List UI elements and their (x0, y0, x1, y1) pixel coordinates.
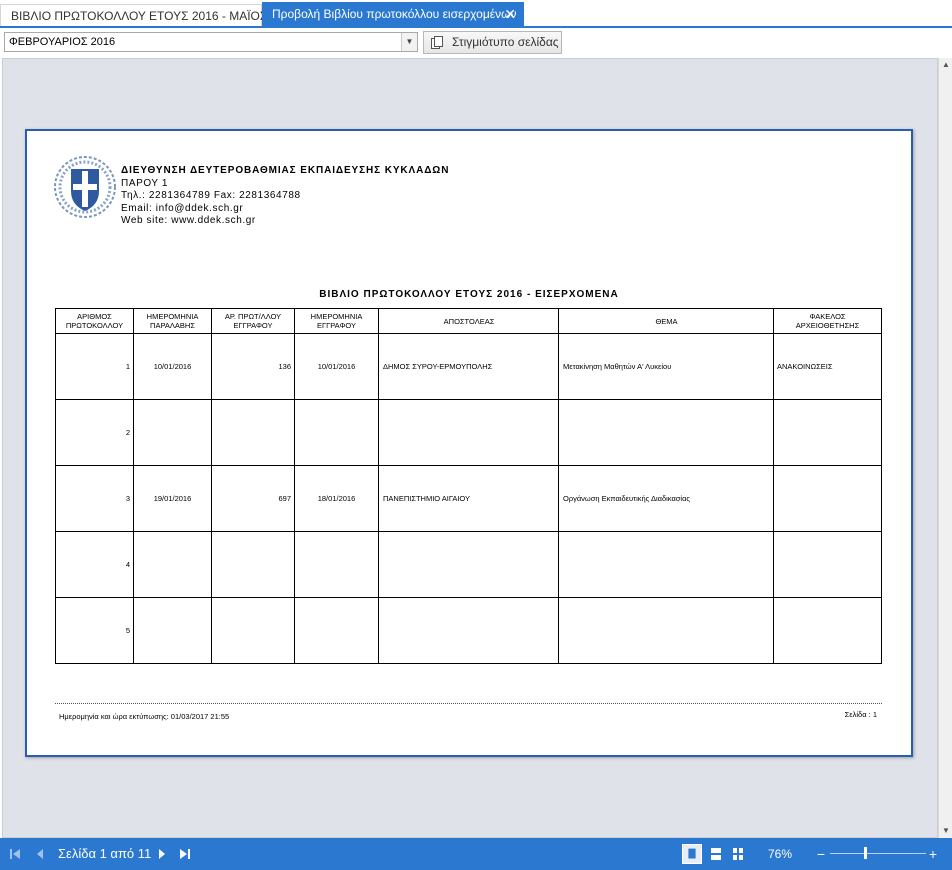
table-row: 2 (55, 399, 882, 466)
receipt-date-cell (133, 531, 212, 598)
receipt-date-cell: 19/01/2016 (133, 465, 212, 532)
tab-book-may[interactable]: ΒΙΒΛΙΟ ΠΡΩΤΟΚΟΛΛΟΥ ΕΤΟΥΣ 2016 - ΜΑΪΟΣ (0, 4, 267, 26)
subject-cell: Μετακίνηση Μαθητών Α' Λυκείου (558, 333, 774, 400)
vertical-scrollbar[interactable]: ▲ ▼ (938, 58, 952, 838)
sender-cell (378, 399, 559, 466)
zoom-level: 76% (768, 847, 793, 861)
protocol-number-cell: 5 (55, 597, 134, 664)
tab-bar: ΒΙΒΛΙΟ ΠΡΩΤΟΚΟΛΛΟΥ ΕΤΟΥΣ 2016 - ΜΑΪΟΣ Πρ… (0, 0, 952, 28)
table-row: 4 (55, 531, 882, 598)
document-number-cell (211, 399, 295, 466)
receipt-date-cell (133, 399, 212, 466)
folder-cell (773, 531, 882, 598)
column-header: ΗΜΕΡΟΜΗΝΙΑ ΠΑΡΑΛΑΒΗΣ (133, 308, 212, 334)
multi-page-view-icon[interactable] (728, 844, 748, 864)
column-header: ΘΕΜΑ (558, 308, 774, 334)
print-preview-area[interactable]: ΔΙΕΥΘΥΝΣΗ ΔΕΥΤΕΡΟΒΑΘΜΙΑΣ ΕΚΠΑΙΔΕΥΣΗΣ ΚΥΚ… (2, 58, 938, 838)
organization-website: Web site: www.ddek.sch.gr (121, 215, 256, 226)
tab-label: Προβολή Βιβλίου πρωτοκόλλου εισερχομένων (272, 7, 517, 21)
page-number: Σελίδα : 1 (844, 710, 877, 719)
receipt-date-cell: 10/01/2016 (133, 333, 212, 400)
column-header: ΑΡ. ΠΡΩΤ/ΛΛΟΥ ΕΓΓΡΑΦΟΥ (211, 308, 295, 334)
column-header: ΑΡΙΘΜΟΣ ΠΡΩΤΟΚΟΛΛΟΥ (55, 308, 134, 334)
protocol-number-cell: 1 (55, 333, 134, 400)
print-date: Ημερομηνία και ώρα εκτύπωσης: 01/03/2017… (59, 712, 230, 721)
tab-incoming-book-view[interactable]: Προβολή Βιβλίου πρωτοκόλλου εισερχομένων… (262, 2, 524, 26)
protocol-number-cell: 3 (55, 465, 134, 532)
toolbar: ΦΕΒΡΟΥΑΡΙΟΣ 2016 ▼ Στιγμιότυπο σελίδας (0, 30, 952, 56)
report-title: ΒΙΒΛΙΟ ΠΡΩΤΟΚΟΛΛΟΥ ΕΤΟΥΣ 2016 - ΕΙΣΕΡΧΟΜ… (319, 289, 619, 300)
table-row: 5 (55, 597, 882, 664)
document-date-cell (294, 531, 379, 598)
organization-phone: Τηλ.: 2281364789 Fax: 2281364788 (121, 190, 301, 201)
scroll-down-icon[interactable]: ▼ (939, 824, 952, 838)
chevron-down-icon[interactable]: ▼ (401, 33, 417, 51)
column-header: ΑΠΟΣΤΟΛΕΑΣ (378, 308, 559, 334)
folder-cell (773, 465, 882, 532)
document-date-cell: 18/01/2016 (294, 465, 379, 532)
document-number-cell: 136 (211, 333, 295, 400)
document-number-cell: 697 (211, 465, 295, 532)
organization-address: ΠΑΡΟΥ 1 (121, 177, 169, 189)
scroll-up-icon[interactable]: ▲ (939, 58, 952, 72)
status-bar: Σελίδα 1 από 11 76% − + (0, 838, 952, 870)
table-header-row: ΑΡΙΘΜΟΣ ΠΡΩΤΟΚΟΛΛΟΥ ΗΜΕΡΟΜΗΝΙΑ ΠΑΡΑΛΑΒΗΣ… (55, 308, 882, 334)
page-snapshot-button[interactable]: Στιγμιότυπο σελίδας (423, 31, 562, 54)
sender-cell: ΔΗΜΟΣ ΣΥΡΟΥ-ΕΡΜΟΥΠΟΛΗΣ (378, 333, 559, 400)
tab-label: ΒΙΒΛΙΟ ΠΡΩΤΟΚΟΛΛΟΥ ΕΤΟΥΣ 2016 - ΜΑΪΟΣ (11, 9, 268, 23)
previous-page-icon[interactable] (34, 846, 46, 862)
table-row: 3 19/01/2016 697 18/01/2016 ΠΑΝΕΠΙΣΤΗΜΙΟ… (55, 465, 882, 532)
close-icon[interactable]: ✕ (504, 2, 516, 26)
copy-icon (431, 36, 443, 49)
report-page: ΔΙΕΥΘΥΝΣΗ ΔΕΥΤΕΡΟΒΑΘΜΙΑΣ ΕΚΠΑΙΔΕΥΣΗΣ ΚΥΚ… (25, 129, 913, 757)
column-header: ΦΑΚΕΛΟΣ ΑΡΧΕΙΟΘΕΤΗΣΗΣ (773, 308, 882, 334)
subject-cell (558, 597, 774, 664)
footer-divider (55, 703, 882, 704)
subject-cell (558, 399, 774, 466)
month-select[interactable]: ΦΕΒΡΟΥΑΡΙΟΣ 2016 ▼ (4, 32, 418, 52)
document-date-cell (294, 399, 379, 466)
first-page-icon[interactable] (8, 846, 22, 862)
sender-cell (378, 531, 559, 598)
greek-coat-of-arms-icon (54, 156, 116, 218)
folder-cell (773, 399, 882, 466)
protocol-table: ΑΡΙΘΜΟΣ ΠΡΩΤΟΚΟΛΛΟΥ ΗΜΕΡΟΜΗΝΙΑ ΠΑΡΑΛΑΒΗΣ… (55, 308, 882, 664)
month-select-value: ΦΕΒΡΟΥΑΡΙΟΣ 2016 (9, 36, 116, 48)
sender-cell: ΠΑΝΕΠΙΣΤΗΜΙΟ ΑΙΓΑΙΟΥ (378, 465, 559, 532)
protocol-number-cell: 4 (55, 531, 134, 598)
zoom-slider-thumb[interactable] (864, 847, 867, 859)
sender-cell (378, 597, 559, 664)
receipt-date-cell (133, 597, 212, 664)
organization-info: ΔΙΕΥΘΥΝΣΗ ΔΕΥΤΕΡΟΒΑΘΜΙΑΣ ΕΚΠΑΙΔΕΥΣΗΣ ΚΥΚ… (121, 165, 449, 228)
folder-cell: ΑΝΑΚΟΙΝΩΣΕΙΣ (773, 333, 882, 400)
folder-cell (773, 597, 882, 664)
document-date-cell: 10/01/2016 (294, 333, 379, 400)
last-page-icon[interactable] (178, 846, 192, 862)
subject-cell: Οργάνωση Εκπαιδευτικής Διαδικασίας (558, 465, 774, 532)
table-row: 1 10/01/2016 136 10/01/2016 ΔΗΜΟΣ ΣΥΡΟΥ-… (55, 333, 882, 400)
organization-email: Email: info@ddek.sch.gr (121, 202, 244, 214)
zoom-slider[interactable] (830, 853, 926, 854)
two-page-view-icon[interactable] (706, 844, 726, 864)
document-date-cell (294, 597, 379, 664)
organization-name: ΔΙΕΥΘΥΝΣΗ ΔΕΥΤΕΡΟΒΑΘΜΙΑΣ ΕΚΠΑΙΔΕΥΣΗΣ ΚΥΚ… (121, 165, 450, 176)
protocol-number-cell: 2 (55, 399, 134, 466)
zoom-in-icon[interactable]: + (926, 846, 940, 862)
document-number-cell (211, 531, 295, 598)
page-info: Σελίδα 1 από 11 (58, 846, 152, 861)
document-number-cell (211, 597, 295, 664)
column-header: ΗΜΕΡΟΜΗΝΙΑ ΕΓΓΡΑΦΟΥ (294, 308, 379, 334)
page-snapshot-label: Στιγμιότυπο σελίδας (452, 35, 559, 49)
next-page-icon[interactable] (156, 846, 168, 862)
single-page-view-icon[interactable] (682, 844, 702, 864)
zoom-out-icon[interactable]: − (814, 846, 828, 862)
subject-cell (558, 531, 774, 598)
